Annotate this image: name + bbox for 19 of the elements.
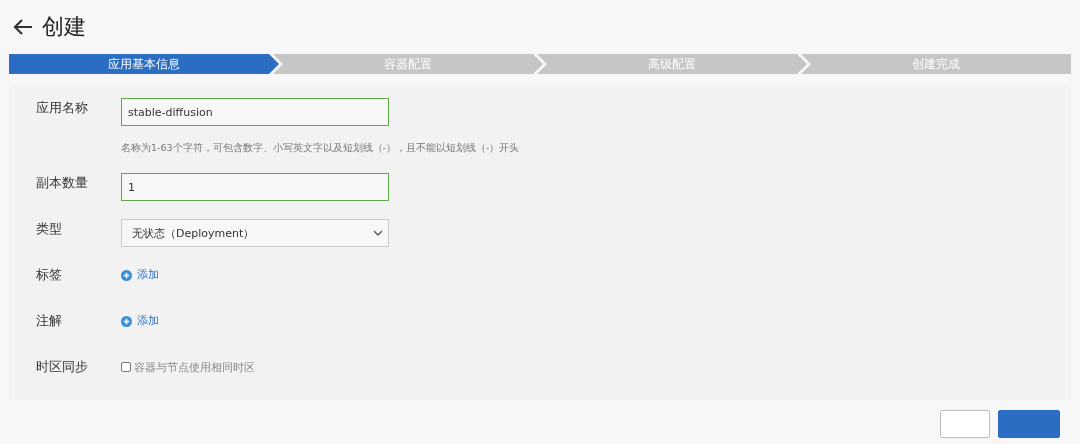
plus-circle-icon	[121, 315, 132, 327]
type-dropdown[interactable]: 无状态（Deployment）	[121, 219, 389, 247]
checkbox-label: 容器与节点使用相同时区	[134, 360, 255, 375]
field-label: 注解	[36, 312, 63, 330]
field-label: 时区同步	[36, 358, 89, 376]
text-field[interactable]: stable-diffusion	[121, 98, 389, 126]
field-label: 类型	[36, 220, 63, 238]
page-title: 创建	[42, 13, 86, 41]
field-label: 应用名称	[36, 99, 89, 117]
add-link[interactable]: 添加	[121, 311, 159, 331]
field-label: 副本数量	[36, 174, 89, 192]
text-field[interactable]: 1	[121, 173, 389, 201]
chevron-down-icon	[373, 230, 383, 236]
add-link[interactable]: 添加	[121, 265, 159, 285]
hint-text: 名称为1-63个字符，可包含数字、小写英文字以及短划线（-），且不能以短划线（-）开头	[121, 142, 521, 155]
field-label: 标签	[36, 266, 63, 284]
back-arrow-icon[interactable]	[12, 18, 34, 36]
checkbox[interactable]	[121, 362, 131, 372]
plus-circle-icon	[121, 269, 132, 281]
